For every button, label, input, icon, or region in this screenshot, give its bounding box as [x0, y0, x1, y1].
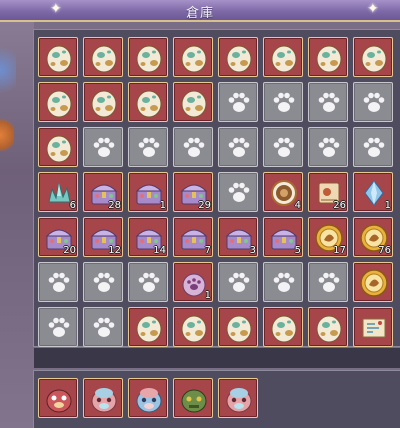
item-quantity: 4 [294, 200, 301, 211]
empty-slot[interactable] [353, 127, 393, 167]
item-slot-treasure-chest[interactable]: 7 [173, 217, 213, 257]
window-titlebar[interactable]: ✦ 倉庫 ✦ [0, 0, 400, 22]
sparkle-right-icon: ✦ [367, 1, 379, 17]
item-slot-egg[interactable] [308, 307, 348, 347]
item-quantity: 29 [198, 200, 211, 211]
item-quantity: 28 [108, 200, 121, 211]
item-quantity: 17 [333, 245, 346, 256]
empty-slot[interactable] [83, 307, 123, 347]
window-title: 倉庫 [185, 6, 214, 21]
empty-slot[interactable] [83, 127, 123, 167]
pet-slot[interactable] [38, 378, 78, 418]
item-slot-treasure-chest[interactable]: 3 [218, 217, 258, 257]
item-slot-bronze-coin[interactable]: 4 [263, 172, 303, 212]
item-slot-egg[interactable] [353, 37, 393, 77]
empty-slot[interactable] [83, 262, 123, 302]
empty-slot[interactable] [263, 262, 303, 302]
empty-slot[interactable] [218, 262, 258, 302]
empty-slot[interactable] [218, 82, 258, 122]
item-quantity: 7 [204, 245, 211, 256]
empty-slot[interactable] [218, 127, 258, 167]
item-slot-crystal-cluster[interactable]: 6 [38, 172, 78, 212]
empty-slot[interactable] [128, 262, 168, 302]
item-quantity: 1 [384, 200, 391, 211]
item-slot-blue-gem[interactable]: 1 [353, 172, 393, 212]
item-slot-egg[interactable] [128, 37, 168, 77]
item-slot-treasure-chest[interactable]: 29 [173, 172, 213, 212]
pet-slot[interactable] [128, 378, 168, 418]
item-quantity: 76 [378, 245, 391, 256]
item-slot-paw-bag[interactable]: 1 [173, 262, 213, 302]
item-slot-scroll[interactable]: 26 [308, 172, 348, 212]
empty-slot[interactable] [308, 82, 348, 122]
background-blue-glow [0, 40, 16, 100]
item-slot-gold-coin[interactable]: 17 [308, 217, 348, 257]
empty-slot[interactable] [218, 172, 258, 212]
empty-slot[interactable] [263, 82, 303, 122]
empty-slot[interactable] [38, 307, 78, 347]
item-quantity: 26 [333, 200, 346, 211]
item-slot-egg[interactable] [218, 37, 258, 77]
item-slot-egg[interactable] [218, 307, 258, 347]
item-slot-gold-coin[interactable] [353, 262, 393, 302]
pet-slot[interactable] [173, 378, 213, 418]
item-slot-treasure-chest[interactable]: 1 [128, 172, 168, 212]
item-quantity: 14 [153, 245, 166, 256]
item-slot-egg[interactable] [308, 37, 348, 77]
item-slot-egg[interactable] [128, 307, 168, 347]
item-slot-treasure-chest[interactable]: 12 [83, 217, 123, 257]
item-quantity: 1 [159, 200, 166, 211]
item-slot-egg[interactable] [173, 37, 213, 77]
background-orange-glow [0, 115, 14, 155]
item-slot-treasure-chest[interactable]: 20 [38, 217, 78, 257]
empty-slot[interactable] [38, 262, 78, 302]
item-quantity: 1 [204, 290, 211, 301]
empty-slot[interactable] [308, 127, 348, 167]
empty-slot[interactable] [263, 127, 303, 167]
item-quantity: 5 [294, 245, 301, 256]
empty-slot[interactable] [308, 262, 348, 302]
item-slot-egg[interactable] [263, 307, 303, 347]
item-slot-treasure-chest[interactable]: 28 [83, 172, 123, 212]
item-slot-egg[interactable] [173, 82, 213, 122]
empty-slot[interactable] [128, 127, 168, 167]
item-slot-map-scroll[interactable] [353, 307, 393, 347]
pet-slot[interactable] [218, 378, 258, 418]
item-slot-egg[interactable] [83, 82, 123, 122]
item-slot-egg[interactable] [173, 307, 213, 347]
item-quantity: 12 [108, 245, 121, 256]
item-slot-egg[interactable] [263, 37, 303, 77]
item-quantity: 3 [249, 245, 256, 256]
item-slot-gold-coin[interactable]: 76 [353, 217, 393, 257]
item-quantity: 6 [69, 200, 76, 211]
item-slot-egg[interactable] [38, 127, 78, 167]
empty-slot[interactable] [173, 127, 213, 167]
panel-separator [34, 348, 400, 368]
item-quantity: 20 [63, 245, 76, 256]
pet-slot[interactable] [83, 378, 123, 418]
item-slot-egg[interactable] [83, 37, 123, 77]
empty-slot[interactable] [353, 82, 393, 122]
item-slot-egg[interactable] [38, 37, 78, 77]
item-slot-treasure-chest[interactable]: 5 [263, 217, 303, 257]
item-slot-treasure-chest[interactable]: 14 [128, 217, 168, 257]
item-slot-egg[interactable] [38, 82, 78, 122]
item-slot-egg[interactable] [128, 82, 168, 122]
